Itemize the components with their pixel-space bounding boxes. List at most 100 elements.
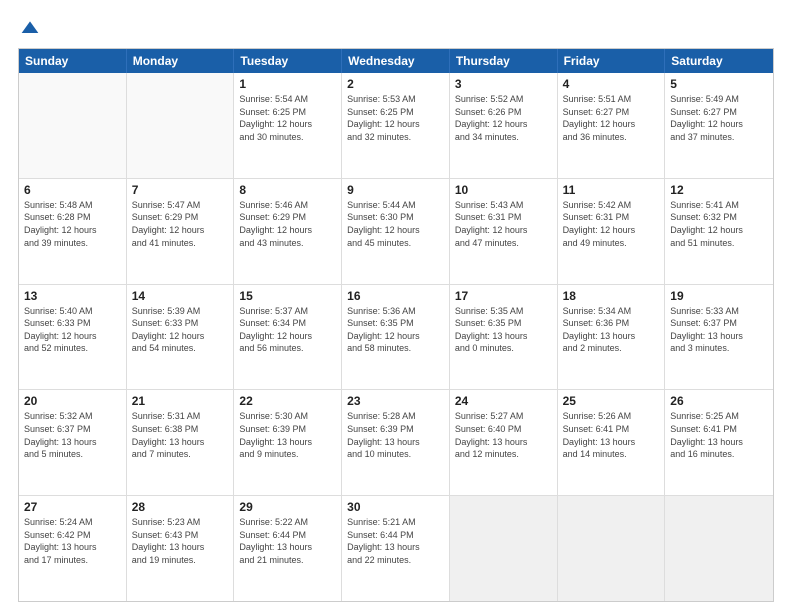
calendar-cell: 12 Sunrise: 5:41 AM Sunset: 6:32 PM Dayli…: [665, 179, 773, 284]
day-number: 24: [455, 394, 552, 408]
day-number: 9: [347, 183, 444, 197]
calendar-cell: 18Sunrise: 5:34 AM Sunset: 6:36 PM Dayli…: [558, 285, 666, 390]
calendar-row: 20 Sunrise: 5:32 AM Sunset: 6:37 PM Dayli…: [19, 390, 773, 496]
day-info: Sunrise: 5:24 AM Sunset: 6:42 PM Dayligh…: [24, 516, 121, 566]
calendar-cell: [19, 73, 127, 178]
calendar-day-header: Thursday: [450, 49, 558, 73]
day-number: 6: [24, 183, 121, 197]
day-number: 28: [132, 500, 229, 514]
day-number: 14: [132, 289, 229, 303]
day-info: Sunrise: 5:46 AM Sunset: 6:29 PM Dayligh…: [239, 199, 336, 249]
day-info: Sunrise: 5:28 AM Sunset: 6:39 PM Dayligh…: [347, 410, 444, 460]
day-info: Sunrise: 5:48 AM Sunset: 6:28 PM Dayligh…: [24, 199, 121, 249]
calendar-row: 1 Sunrise: 5:54 AM Sunset: 6:25 PM Daylig…: [19, 73, 773, 179]
day-info: Sunrise: 5:27 AM Sunset: 6:40 PM Dayligh…: [455, 410, 552, 460]
day-info: Sunrise: 5:26 AM Sunset: 6:41 PM Dayligh…: [563, 410, 660, 460]
day-info: Sunrise: 5:49 AM Sunset: 6:27 PM Dayligh…: [670, 93, 768, 143]
day-number: 12: [670, 183, 768, 197]
day-info: Sunrise: 5:52 AM Sunset: 6:26 PM Dayligh…: [455, 93, 552, 143]
calendar-row: 6 Sunrise: 5:48 AM Sunset: 6:28 PM Daylig…: [19, 179, 773, 285]
calendar-cell: 7 Sunrise: 5:47 AM Sunset: 6:29 PM Daylig…: [127, 179, 235, 284]
day-number: 1: [239, 77, 336, 91]
calendar-cell: [450, 496, 558, 601]
day-number: 27: [24, 500, 121, 514]
day-info: Sunrise: 5:23 AM Sunset: 6:43 PM Dayligh…: [132, 516, 229, 566]
calendar-cell: 6 Sunrise: 5:48 AM Sunset: 6:28 PM Daylig…: [19, 179, 127, 284]
calendar-day-header: Friday: [558, 49, 666, 73]
calendar-header: SundayMondayTuesdayWednesdayThursdayFrid…: [19, 49, 773, 73]
day-number: 13: [24, 289, 121, 303]
calendar-cell: 24 Sunrise: 5:27 AM Sunset: 6:40 PM Dayli…: [450, 390, 558, 495]
day-info: Sunrise: 5:36 AM Sunset: 6:35 PM Dayligh…: [347, 305, 444, 355]
day-number: 15: [239, 289, 336, 303]
day-number: 18: [563, 289, 660, 303]
calendar-cell: 3 Sunrise: 5:52 AM Sunset: 6:26 PM Daylig…: [450, 73, 558, 178]
page: SundayMondayTuesdayWednesdayThursdayFrid…: [0, 0, 792, 612]
logo: [18, 18, 40, 38]
day-number: 19: [670, 289, 768, 303]
day-number: 22: [239, 394, 336, 408]
day-number: 7: [132, 183, 229, 197]
calendar-cell: 27 Sunrise: 5:24 AM Sunset: 6:42 PM Dayli…: [19, 496, 127, 601]
calendar-cell: [558, 496, 666, 601]
calendar-cell: 17 Sunrise: 5:35 AM Sunset: 6:35 PM Dayli…: [450, 285, 558, 390]
day-number: 16: [347, 289, 444, 303]
calendar-cell: 26 Sunrise: 5:25 AM Sunset: 6:41 PM Dayli…: [665, 390, 773, 495]
day-info: Sunrise: 5:47 AM Sunset: 6:29 PM Dayligh…: [132, 199, 229, 249]
header: [18, 18, 774, 38]
calendar-cell: 5 Sunrise: 5:49 AM Sunset: 6:27 PM Daylig…: [665, 73, 773, 178]
calendar-cell: 8Sunrise: 5:46 AM Sunset: 6:29 PM Daylig…: [234, 179, 342, 284]
day-info: Sunrise: 5:37 AM Sunset: 6:34 PM Dayligh…: [239, 305, 336, 355]
calendar-day-header: Monday: [127, 49, 235, 73]
day-number: 11: [563, 183, 660, 197]
calendar-cell: 1 Sunrise: 5:54 AM Sunset: 6:25 PM Daylig…: [234, 73, 342, 178]
day-info: Sunrise: 5:39 AM Sunset: 6:33 PM Dayligh…: [132, 305, 229, 355]
day-number: 2: [347, 77, 444, 91]
calendar-cell: 4Sunrise: 5:51 AM Sunset: 6:27 PM Daylig…: [558, 73, 666, 178]
day-number: 25: [563, 394, 660, 408]
calendar-cell: 28 Sunrise: 5:23 AM Sunset: 6:43 PM Dayli…: [127, 496, 235, 601]
calendar-row: 27 Sunrise: 5:24 AM Sunset: 6:42 PM Dayli…: [19, 496, 773, 601]
day-number: 3: [455, 77, 552, 91]
calendar-cell: 15 Sunrise: 5:37 AM Sunset: 6:34 PM Dayli…: [234, 285, 342, 390]
day-info: Sunrise: 5:32 AM Sunset: 6:37 PM Dayligh…: [24, 410, 121, 460]
calendar-cell: 22Sunrise: 5:30 AM Sunset: 6:39 PM Dayli…: [234, 390, 342, 495]
calendar-cell: 30Sunrise: 5:21 AM Sunset: 6:44 PM Dayli…: [342, 496, 450, 601]
day-info: Sunrise: 5:22 AM Sunset: 6:44 PM Dayligh…: [239, 516, 336, 566]
day-info: Sunrise: 5:25 AM Sunset: 6:41 PM Dayligh…: [670, 410, 768, 460]
day-number: 10: [455, 183, 552, 197]
day-info: Sunrise: 5:21 AM Sunset: 6:44 PM Dayligh…: [347, 516, 444, 566]
day-number: 23: [347, 394, 444, 408]
day-info: Sunrise: 5:54 AM Sunset: 6:25 PM Dayligh…: [239, 93, 336, 143]
calendar-day-header: Tuesday: [234, 49, 342, 73]
day-number: 5: [670, 77, 768, 91]
calendar-cell: 9 Sunrise: 5:44 AM Sunset: 6:30 PM Daylig…: [342, 179, 450, 284]
day-info: Sunrise: 5:31 AM Sunset: 6:38 PM Dayligh…: [132, 410, 229, 460]
calendar-day-header: Saturday: [665, 49, 773, 73]
calendar-cell: [665, 496, 773, 601]
calendar-cell: 16 Sunrise: 5:36 AM Sunset: 6:35 PM Dayli…: [342, 285, 450, 390]
day-info: Sunrise: 5:41 AM Sunset: 6:32 PM Dayligh…: [670, 199, 768, 249]
day-info: Sunrise: 5:33 AM Sunset: 6:37 PM Dayligh…: [670, 305, 768, 355]
day-info: Sunrise: 5:44 AM Sunset: 6:30 PM Dayligh…: [347, 199, 444, 249]
day-number: 17: [455, 289, 552, 303]
day-number: 21: [132, 394, 229, 408]
calendar-body: 1 Sunrise: 5:54 AM Sunset: 6:25 PM Daylig…: [19, 73, 773, 601]
calendar: SundayMondayTuesdayWednesdayThursdayFrid…: [18, 48, 774, 602]
calendar-cell: 10 Sunrise: 5:43 AM Sunset: 6:31 PM Dayli…: [450, 179, 558, 284]
calendar-cell: [127, 73, 235, 178]
day-info: Sunrise: 5:35 AM Sunset: 6:35 PM Dayligh…: [455, 305, 552, 355]
logo-icon: [20, 18, 40, 38]
day-number: 20: [24, 394, 121, 408]
calendar-cell: 29Sunrise: 5:22 AM Sunset: 6:44 PM Dayli…: [234, 496, 342, 601]
calendar-cell: 11 Sunrise: 5:42 AM Sunset: 6:31 PM Dayli…: [558, 179, 666, 284]
day-number: 26: [670, 394, 768, 408]
calendar-cell: 13 Sunrise: 5:40 AM Sunset: 6:33 PM Dayli…: [19, 285, 127, 390]
day-info: Sunrise: 5:43 AM Sunset: 6:31 PM Dayligh…: [455, 199, 552, 249]
day-info: Sunrise: 5:51 AM Sunset: 6:27 PM Dayligh…: [563, 93, 660, 143]
calendar-cell: 20 Sunrise: 5:32 AM Sunset: 6:37 PM Dayli…: [19, 390, 127, 495]
calendar-cell: 14 Sunrise: 5:39 AM Sunset: 6:33 PM Dayli…: [127, 285, 235, 390]
day-info: Sunrise: 5:40 AM Sunset: 6:33 PM Dayligh…: [24, 305, 121, 355]
day-info: Sunrise: 5:42 AM Sunset: 6:31 PM Dayligh…: [563, 199, 660, 249]
calendar-day-header: Sunday: [19, 49, 127, 73]
